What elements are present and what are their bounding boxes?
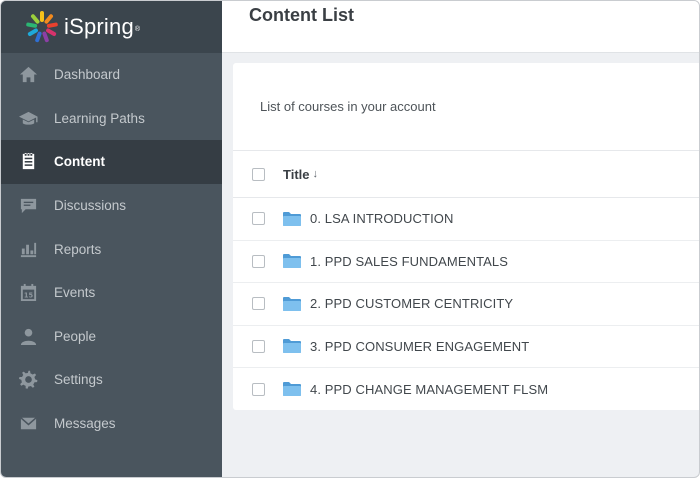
sidebar-item-content[interactable]: Content (1, 140, 222, 184)
course-title[interactable]: 4. PPD CHANGE MANAGEMENT FLSM (310, 382, 548, 397)
sidebar-item-people[interactable]: People (1, 315, 222, 359)
ispring-logo-icon (26, 11, 58, 43)
gear-icon (18, 370, 38, 390)
sidebar-item-label: Events (54, 285, 96, 301)
select-all-checkbox[interactable] (252, 167, 265, 181)
table-header: Title ↓ (233, 151, 699, 198)
row-checkbox[interactable] (252, 339, 265, 353)
topbar: Content List (222, 1, 699, 53)
table-row[interactable]: 2. PPD CUSTOMER CENTRICITY (233, 283, 699, 326)
card-description: List of courses in your account (260, 99, 436, 114)
person-icon (18, 326, 38, 346)
sidebar-item-label: Settings (54, 372, 103, 388)
course-title[interactable]: 3. PPD CONSUMER ENGAGEMENT (310, 339, 529, 354)
sidebar-item-events[interactable]: 15 Events (1, 271, 222, 315)
brand-registered-mark: ® (134, 25, 141, 33)
sidebar-nav: Dashboard Learning Paths Content Discuss… (1, 53, 222, 445)
folder-icon (283, 211, 301, 226)
course-list: 0. LSA INTRODUCTION 1. PPD SALES FUNDAME… (233, 198, 699, 411)
sidebar-item-messages[interactable]: Messages (1, 402, 222, 446)
sidebar-item-label: Learning Paths (54, 110, 145, 126)
brand-logo[interactable]: iSpring ® (1, 1, 222, 53)
sidebar-item-label: Discussions (54, 198, 127, 214)
folder-icon (283, 296, 301, 311)
folder-icon (283, 382, 301, 397)
app-window: iSpring ® Dashboard Learning Paths Conten… (0, 0, 700, 478)
row-checkbox[interactable] (252, 297, 265, 311)
sidebar-item-label: Reports (54, 241, 102, 257)
graduation-cap-icon (18, 108, 38, 128)
content-card: List of courses in your account Title ↓ … (233, 63, 699, 410)
row-checkbox[interactable] (252, 382, 265, 396)
row-checkbox[interactable] (252, 254, 265, 268)
folder-icon (283, 254, 301, 269)
table-row[interactable]: 3. PPD CONSUMER ENGAGEMENT (233, 326, 699, 368)
row-checkbox[interactable] (252, 212, 265, 226)
card-header: List of courses in your account (233, 63, 699, 151)
calendar-icon: 15 (18, 283, 38, 303)
sidebar-item-label: Content (54, 154, 105, 170)
sidebar-item-label: Dashboard (54, 67, 121, 83)
page-title: Content List (249, 5, 354, 25)
sidebar-item-learning-paths[interactable]: Learning Paths (1, 97, 222, 141)
course-title[interactable]: 0. LSA INTRODUCTION (310, 211, 453, 226)
column-header-title[interactable]: Title (283, 167, 310, 182)
main-content: Content List List of courses in your acc… (222, 1, 699, 477)
sidebar: iSpring ® Dashboard Learning Paths Conten… (1, 1, 222, 477)
table-row[interactable]: 0. LSA INTRODUCTION (233, 198, 699, 241)
table-row[interactable]: 1. PPD SALES FUNDAMENTALS (233, 241, 699, 283)
home-icon (18, 65, 38, 85)
sidebar-item-reports[interactable]: Reports (1, 227, 222, 271)
sidebar-item-label: Messages (54, 416, 116, 432)
sidebar-item-discussions[interactable]: Discussions (1, 184, 222, 228)
chat-bubble-icon (18, 196, 38, 216)
course-title[interactable]: 1. PPD SALES FUNDAMENTALS (310, 254, 508, 269)
bar-chart-icon (18, 239, 38, 259)
sidebar-item-label: People (54, 328, 97, 344)
sidebar-item-dashboard[interactable]: Dashboard (1, 53, 222, 97)
envelope-icon (18, 414, 38, 434)
table-row[interactable]: 4. PPD CHANGE MANAGEMENT FLSM (233, 368, 699, 411)
sidebar-item-settings[interactable]: Settings (1, 358, 222, 402)
course-title[interactable]: 2. PPD CUSTOMER CENTRICITY (310, 296, 513, 311)
sort-arrow-down-icon[interactable]: ↓ (313, 168, 319, 180)
folder-icon (283, 339, 301, 354)
svg-text:15: 15 (23, 292, 33, 300)
brand-name: iSpring (64, 14, 134, 39)
clipboard-list-icon (18, 152, 38, 172)
